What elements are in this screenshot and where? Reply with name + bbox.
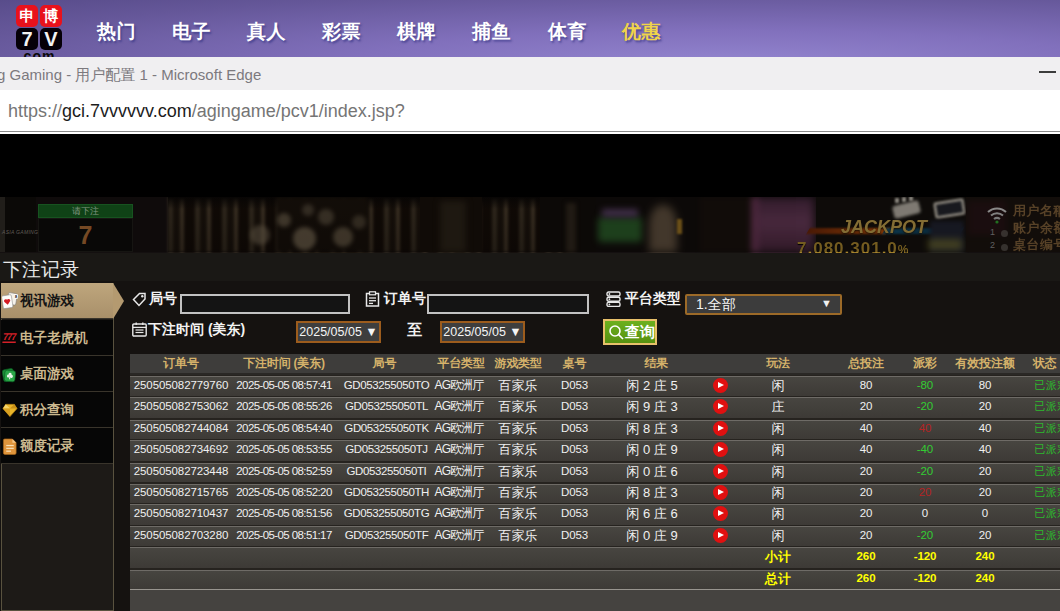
svg-text:777: 777 (2, 331, 18, 342)
